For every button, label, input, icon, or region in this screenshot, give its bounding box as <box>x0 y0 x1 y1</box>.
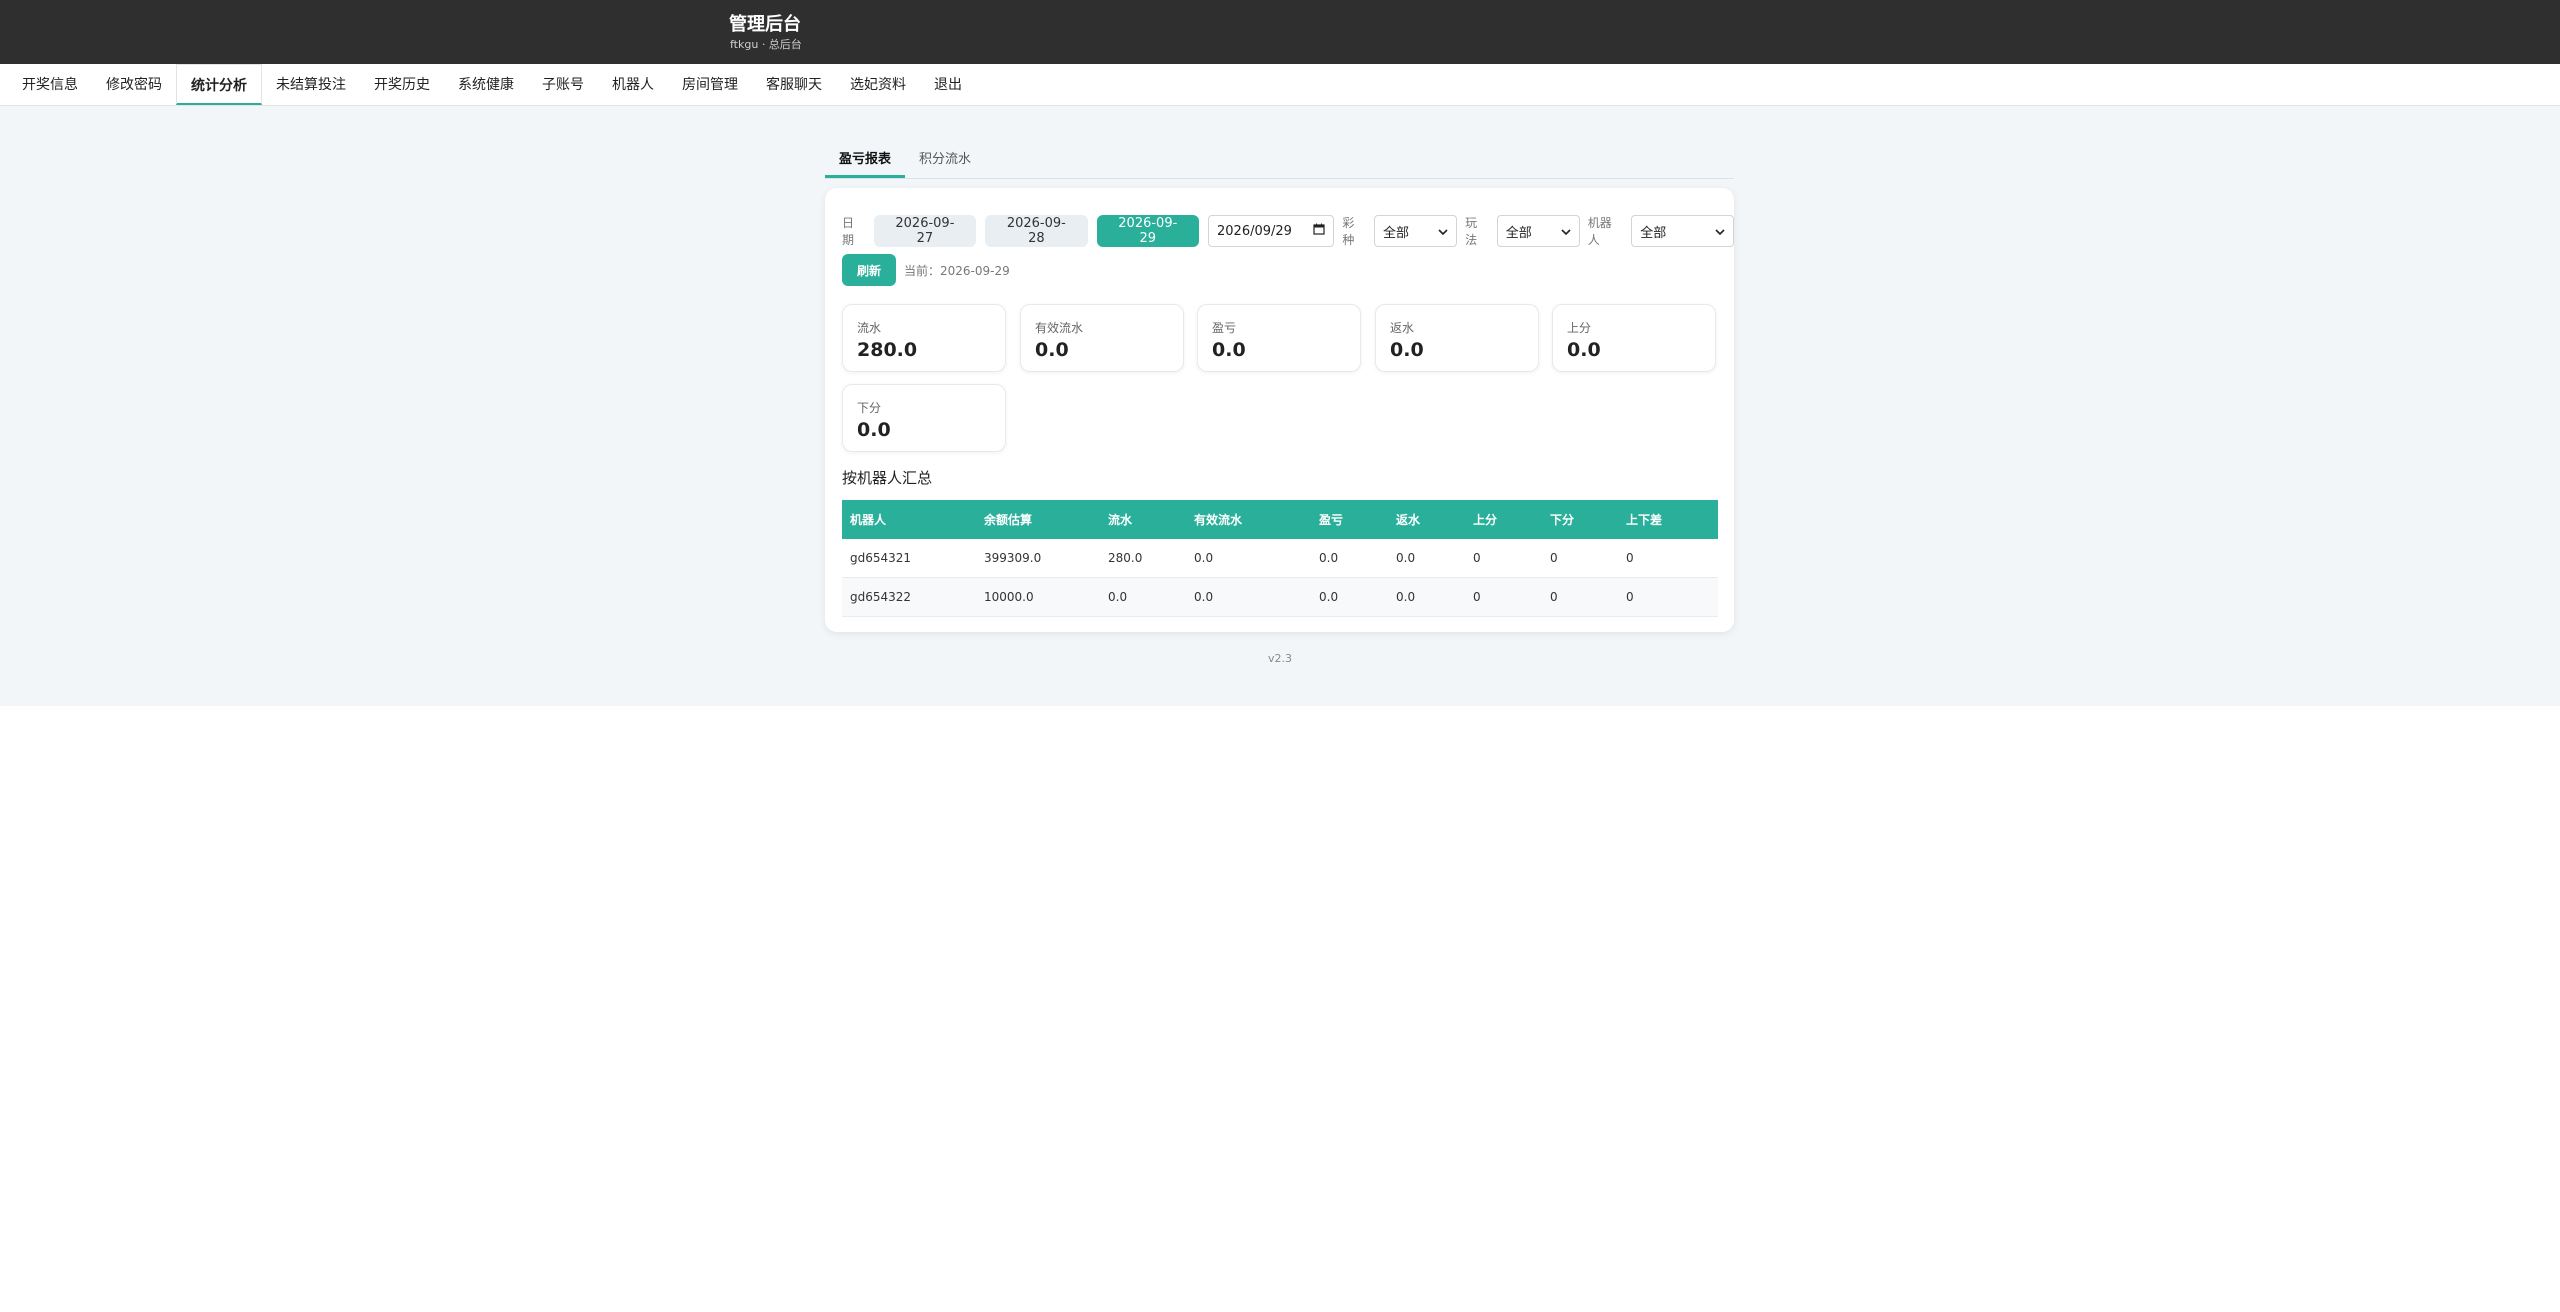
table-cell: 0 <box>1542 539 1618 578</box>
column-header: 机器人 <box>842 500 976 539</box>
stat-value: 0.0 <box>1390 339 1424 361</box>
nav-draw-history[interactable]: 开奖历史 <box>360 64 444 105</box>
table-cell: 0.0 <box>1186 577 1311 617</box>
nav-system-health[interactable]: 系统健康 <box>444 64 528 105</box>
chevron-down-icon <box>1438 224 1448 239</box>
stat-card-withdraw: 下分 0.0 <box>842 384 1006 452</box>
column-header: 返水 <box>1388 500 1465 539</box>
lottery-select[interactable]: 全部 <box>1374 215 1458 247</box>
date-button-0929[interactable]: 2026-09-29 <box>1096 215 1200 247</box>
robot-summary-table: 机器人 余额估算 流水 有效流水 盈亏 返水 上分 下分 上下差 gd65432… <box>842 500 1718 617</box>
table-cell: gd654321 <box>842 539 976 578</box>
nav-unsettled-bets[interactable]: 未结算投注 <box>262 64 360 105</box>
robot-select-value: 全部 <box>1640 225 1667 241</box>
stat-label: 上分 <box>1567 321 1592 335</box>
date-input[interactable]: 2026/09/29 <box>1208 215 1335 247</box>
stat-card-rebate: 返水 0.0 <box>1375 304 1539 372</box>
nav-sub-accounts[interactable]: 子账号 <box>528 64 598 105</box>
nav-support-chat[interactable]: 客服聊天 <box>752 64 836 105</box>
stat-label: 有效流水 <box>1035 321 1084 335</box>
chevron-down-icon <box>1561 224 1571 239</box>
nav-profiles[interactable]: 选妃资料 <box>836 64 920 105</box>
tab-points-flow[interactable]: 积分流水 <box>905 144 985 178</box>
date-button-0928[interactable]: 2026-09-28 <box>985 215 1088 247</box>
table-cell: 0 <box>1618 577 1718 617</box>
table-cell: 0 <box>1542 577 1618 617</box>
table-cell: 0.0 <box>1311 539 1388 578</box>
table-cell: gd654322 <box>842 577 976 617</box>
main-nav: 开奖信息 修改密码 统计分析 未结算投注 开奖历史 系统健康 子账号 机器人 房… <box>0 64 2560 106</box>
report-tabs: 盈亏报表 积分流水 <box>825 144 1734 179</box>
stat-label: 下分 <box>857 401 882 415</box>
stat-value: 0.0 <box>1035 339 1069 361</box>
nav-change-password[interactable]: 修改密码 <box>92 64 176 105</box>
column-header: 上下差 <box>1618 500 1718 539</box>
nav-room-management[interactable]: 房间管理 <box>668 64 752 105</box>
date-input-value: 2026/09/29 <box>1217 223 1292 239</box>
stat-value: 0.0 <box>1212 339 1246 361</box>
date-button-0927[interactable]: 2026-09-27 <box>873 215 977 247</box>
table-cell: 0.0 <box>1186 539 1311 578</box>
table-cell: 0.0 <box>1388 577 1465 617</box>
table-cell: 0 <box>1465 577 1542 617</box>
column-header: 流水 <box>1100 500 1186 539</box>
current-date-text: 当前：2026-09-29 <box>904 263 1010 278</box>
top-header: 管理后台 ftkgu · 总后台 <box>0 0 2560 64</box>
stat-value: 0.0 <box>857 419 891 441</box>
stat-card-profit-loss: 盈亏 0.0 <box>1197 304 1361 372</box>
table-cell: 399309.0 <box>976 539 1100 578</box>
play-select[interactable]: 全部 <box>1496 215 1580 247</box>
date-label: 日期 <box>842 216 855 247</box>
column-header: 余额估算 <box>976 500 1100 539</box>
robot-select[interactable]: 全部 <box>1631 215 1734 247</box>
table-cell: 0.0 <box>1311 577 1388 617</box>
table-cell: 0.0 <box>1100 577 1186 617</box>
chevron-down-icon <box>1715 224 1725 239</box>
stat-label: 返水 <box>1390 321 1415 335</box>
stat-label: 流水 <box>857 321 882 335</box>
stat-card-turnover: 流水 280.0 <box>842 304 1006 372</box>
table-cell: 280.0 <box>1100 539 1186 578</box>
filter-row: 日期 2026-09-27 2026-09-28 2026-09-29 2026… <box>842 214 1734 248</box>
table-cell: 0.0 <box>1388 539 1465 578</box>
column-header: 下分 <box>1542 500 1618 539</box>
nav-statistics[interactable]: 统计分析 <box>176 64 262 105</box>
tab-profit-loss[interactable]: 盈亏报表 <box>825 144 906 178</box>
lottery-select-value: 全部 <box>1383 225 1410 241</box>
stat-label: 盈亏 <box>1212 321 1237 335</box>
nav-logout[interactable]: 退出 <box>920 64 976 105</box>
app-title: 管理后台 <box>729 14 801 35</box>
stat-value: 0.0 <box>1567 339 1601 361</box>
table-row: gd654321 399309.0 280.0 0.0 0.0 0.0 0 0 … <box>842 539 1718 578</box>
version-label: v2.3 <box>1267 652 1292 665</box>
refresh-button[interactable]: 刷新 <box>842 254 896 286</box>
column-header: 盈亏 <box>1311 500 1388 539</box>
refresh-row: 刷新 当前：2026-09-29 <box>842 254 1010 286</box>
column-header: 上分 <box>1465 500 1542 539</box>
lottery-label: 彩种 <box>1342 216 1355 247</box>
main-content: 盈亏报表 积分流水 日期 2026-09-27 2026-09-28 2026-… <box>0 106 2560 706</box>
column-header: 有效流水 <box>1186 500 1311 539</box>
robot-label: 机器人 <box>1587 216 1612 247</box>
stat-card-valid-turnover: 有效流水 0.0 <box>1020 304 1184 372</box>
table-cell: 0 <box>1465 539 1542 578</box>
nav-robots[interactable]: 机器人 <box>598 64 668 105</box>
nav-draw-info[interactable]: 开奖信息 <box>8 64 92 105</box>
stat-card-deposit: 上分 0.0 <box>1552 304 1716 372</box>
calendar-icon[interactable] <box>1313 223 1325 239</box>
play-select-value: 全部 <box>1505 225 1532 241</box>
stat-value: 280.0 <box>857 339 918 361</box>
table-row: gd654322 10000.0 0.0 0.0 0.0 0.0 0 0 0 <box>842 577 1718 617</box>
table-cell: 10000.0 <box>976 577 1100 617</box>
table-cell: 0 <box>1618 539 1718 578</box>
table-header-row: 机器人 余额估算 流水 有效流水 盈亏 返水 上分 下分 上下差 <box>842 500 1718 539</box>
robot-summary-title: 按机器人汇总 <box>842 469 933 487</box>
report-card: 日期 2026-09-27 2026-09-28 2026-09-29 2026… <box>825 188 1734 632</box>
app-subtitle: ftkgu · 总后台 <box>730 38 802 51</box>
play-label: 玩法 <box>1465 216 1478 247</box>
